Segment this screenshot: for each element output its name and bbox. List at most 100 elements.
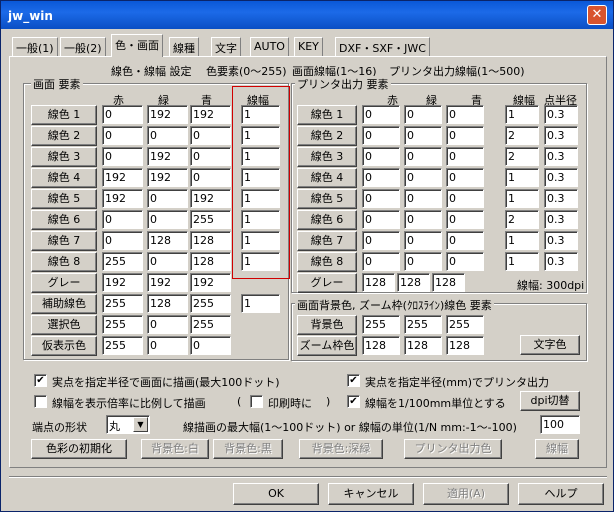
screen-line-color-2-width[interactable]: 1 (241, 126, 280, 145)
printer-line-color-8-radius[interactable]: 0.3 (544, 252, 578, 271)
screen-line-color-2-green[interactable]: 0 (147, 126, 188, 145)
printer-gray-blue[interactable]: 128 (432, 273, 465, 292)
screen-line-color-1-button[interactable]: 線色 1 (31, 105, 97, 125)
bg-white-button[interactable]: 背景色:白 (141, 439, 209, 459)
draw-point-radius-checkbox[interactable]: ✔ (34, 374, 47, 387)
printer-line-color-4-blue[interactable]: 0 (446, 168, 484, 187)
line-width-button[interactable]: 線幅 (535, 439, 579, 459)
printer-line-color-2-width[interactable]: 2 (505, 126, 539, 145)
screen-line-color-2-red[interactable]: 0 (102, 126, 143, 145)
printer-line-color-6-red[interactable]: 0 (362, 210, 400, 229)
printer-gray-green[interactable]: 128 (397, 273, 430, 292)
select-blue[interactable]: 255 (190, 315, 231, 334)
screen-line-color-3-width[interactable]: 1 (241, 147, 280, 166)
printer-line-color-1-width[interactable]: 1 (505, 105, 539, 124)
aux-green[interactable]: 128 (147, 294, 188, 313)
screen-line-color-7-width[interactable]: 1 (241, 231, 280, 250)
close-icon[interactable]: ✕ (587, 5, 607, 25)
dpi-toggle-button[interactable]: dpi切替 (520, 391, 580, 411)
screen-line-color-3-button[interactable]: 線色 3 (31, 147, 97, 167)
bg-green[interactable]: 255 (404, 315, 442, 334)
printer-gray-red[interactable]: 128 (362, 273, 395, 292)
screen-line-color-8-red[interactable]: 255 (102, 252, 143, 271)
screen-line-color-4-green[interactable]: 192 (147, 168, 188, 187)
tab-dxf[interactable]: DXF・SXF・JWC (335, 37, 430, 56)
printer-line-color-2-radius[interactable]: 0.3 (544, 126, 578, 145)
scale-width-checkbox[interactable] (34, 395, 47, 408)
zoom-blue[interactable]: 128 (446, 336, 484, 355)
printer-line-color-4-green[interactable]: 0 (404, 168, 442, 187)
width-unit-checkbox[interactable]: ✔ (347, 395, 360, 408)
printer-line-color-2-blue[interactable]: 0 (446, 126, 484, 145)
bg-blue[interactable]: 255 (446, 315, 484, 334)
screen-gray-red[interactable]: 192 (102, 273, 143, 292)
printer-line-color-3-button[interactable]: 線色 3 (297, 147, 357, 167)
screen-line-color-7-button[interactable]: 線色 7 (31, 231, 97, 251)
printer-line-color-2-green[interactable]: 0 (404, 126, 442, 145)
screen-line-color-1-green[interactable]: 192 (147, 105, 188, 124)
select-color-button[interactable]: 選択色 (31, 315, 97, 335)
printer-line-color-2-red[interactable]: 0 (362, 126, 400, 145)
printer-line-color-6-button[interactable]: 線色 6 (297, 210, 357, 230)
temp-green[interactable]: 0 (147, 336, 188, 355)
screen-line-color-4-red[interactable]: 192 (102, 168, 143, 187)
screen-line-color-3-blue[interactable]: 0 (190, 147, 231, 166)
screen-line-color-5-red[interactable]: 192 (102, 189, 143, 208)
aux-red[interactable]: 255 (102, 294, 143, 313)
printer-line-color-3-width[interactable]: 2 (505, 147, 539, 166)
printer-line-color-6-green[interactable]: 0 (404, 210, 442, 229)
tab-line-type[interactable]: 線種 (169, 37, 199, 56)
when-printing-checkbox[interactable] (250, 395, 263, 408)
temp-red[interactable]: 255 (102, 336, 143, 355)
screen-line-color-6-width[interactable]: 1 (241, 210, 280, 229)
screen-line-color-7-green[interactable]: 128 (147, 231, 188, 250)
ok-button[interactable]: OK (233, 483, 319, 505)
screen-line-color-8-green[interactable]: 0 (147, 252, 188, 271)
screen-line-color-6-green[interactable]: 0 (147, 210, 188, 229)
printer-line-color-8-button[interactable]: 線色 8 (297, 252, 357, 272)
printer-line-color-5-radius[interactable]: 0.3 (544, 189, 578, 208)
tab-auto[interactable]: AUTO (250, 37, 289, 56)
printer-line-color-6-radius[interactable]: 0.3 (544, 210, 578, 229)
printer-line-color-7-width[interactable]: 1 (505, 231, 539, 250)
bg-red[interactable]: 255 (362, 315, 400, 334)
select-green[interactable]: 0 (147, 315, 188, 334)
printer-line-color-1-green[interactable]: 0 (404, 105, 442, 124)
bg-deepgreen-button[interactable]: 背景色:深緑 (299, 439, 383, 459)
screen-line-color-1-red[interactable]: 0 (102, 105, 143, 124)
screen-line-color-4-width[interactable]: 1 (241, 168, 280, 187)
printer-line-color-5-green[interactable]: 0 (404, 189, 442, 208)
tab-text[interactable]: 文字 (211, 37, 241, 56)
screen-line-color-2-button[interactable]: 線色 2 (31, 126, 97, 146)
printer-line-color-1-button[interactable]: 線色 1 (297, 105, 357, 125)
printer-line-color-3-radius[interactable]: 0.3 (544, 147, 578, 166)
printer-line-color-7-button[interactable]: 線色 7 (297, 231, 357, 251)
printer-line-color-7-blue[interactable]: 0 (446, 231, 484, 250)
screen-line-color-8-blue[interactable]: 128 (190, 252, 231, 271)
aux-line-color-button[interactable]: 補助線色 (31, 294, 97, 314)
screen-line-color-7-blue[interactable]: 128 (190, 231, 231, 250)
screen-line-color-4-blue[interactable]: 0 (190, 168, 231, 187)
screen-gray-green[interactable]: 192 (147, 273, 188, 292)
screen-gray-button[interactable]: グレー (31, 273, 97, 293)
apply-button[interactable]: 適用(A) (423, 483, 509, 505)
aux-width[interactable]: 1 (241, 294, 280, 313)
printer-line-color-1-radius[interactable]: 0.3 (544, 105, 578, 124)
screen-line-color-6-button[interactable]: 線色 6 (31, 210, 97, 230)
printer-line-color-3-green[interactable]: 0 (404, 147, 442, 166)
printer-line-color-8-blue[interactable]: 0 (446, 252, 484, 271)
endpoint-shape-select[interactable]: 丸 ▼ (106, 415, 150, 434)
screen-line-color-7-red[interactable]: 0 (102, 231, 143, 250)
bg-black-button[interactable]: 背景色:黒 (213, 439, 283, 459)
printer-line-color-5-button[interactable]: 線色 5 (297, 189, 357, 209)
zoom-red[interactable]: 128 (362, 336, 400, 355)
printer-line-color-7-green[interactable]: 0 (404, 231, 442, 250)
bg-color-button[interactable]: 背景色 (297, 315, 357, 335)
printer-line-color-6-blue[interactable]: 0 (446, 210, 484, 229)
printer-line-color-4-radius[interactable]: 0.3 (544, 168, 578, 187)
screen-line-color-8-button[interactable]: 線色 8 (31, 252, 97, 272)
screen-line-color-2-blue[interactable]: 0 (190, 126, 231, 145)
screen-line-color-5-green[interactable]: 0 (147, 189, 188, 208)
printer-line-color-5-width[interactable]: 1 (505, 189, 539, 208)
tab-color-screen[interactable]: 色・画面 (111, 34, 163, 57)
